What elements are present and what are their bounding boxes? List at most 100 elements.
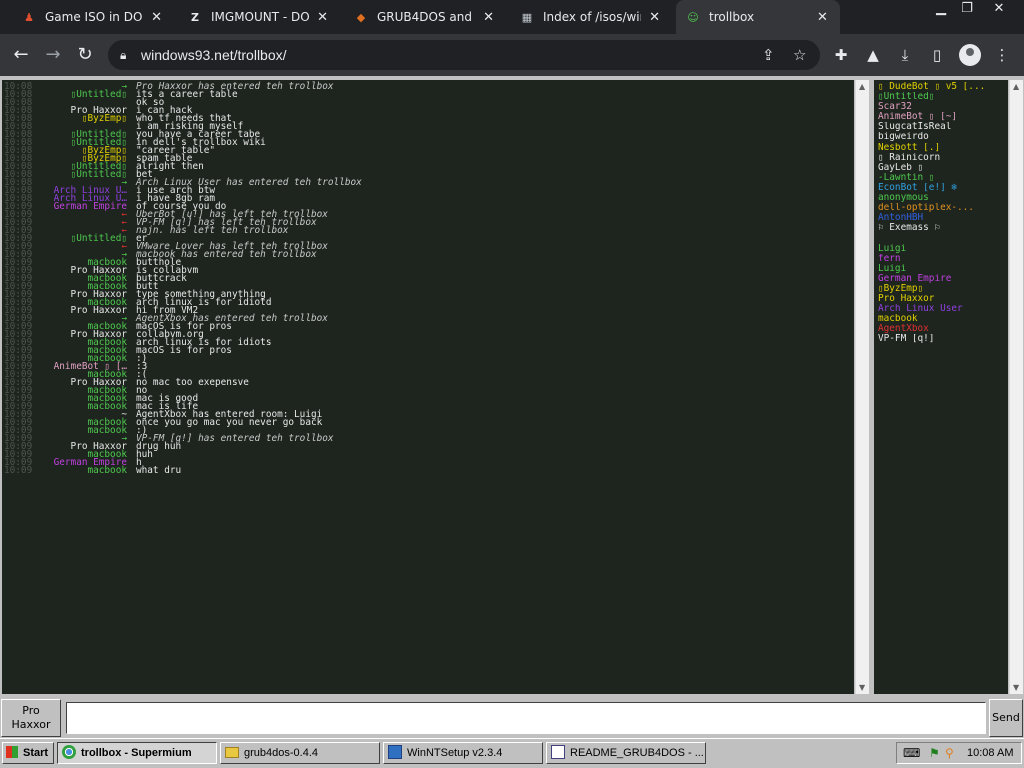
- reload-icon[interactable]: ↻: [72, 42, 98, 68]
- chat-message: 10:09 macbook arch linux is for idiots: [2, 338, 854, 347]
- user-list-item[interactable]: GayLeb ▯: [878, 163, 1008, 173]
- download-icon[interactable]: ⤓: [894, 42, 916, 68]
- taskbar-button-readme[interactable]: README_GRUB4DOS - ...: [546, 742, 706, 764]
- user-list-item[interactable]: Luigi: [878, 244, 1008, 254]
- taskbar-button-winntsetup[interactable]: WinNTSetup v2.3.4: [383, 742, 543, 764]
- close-icon[interactable]: ✕: [649, 10, 660, 25]
- side-panel-icon[interactable]: ▯: [926, 42, 948, 68]
- chat-message: 10:09 macbook mac is life: [2, 402, 854, 411]
- user-list-item[interactable]: SlugcatIsReal: [878, 122, 1008, 132]
- chat-message: 10:08 ▯ByzEmp▯ spam table: [2, 154, 854, 163]
- window-close-icon[interactable]: ✕: [984, 0, 1014, 20]
- user-list-item[interactable]: Luigi: [878, 264, 1008, 274]
- chat-scrollbar[interactable]: ▲ ▼: [855, 80, 869, 694]
- user-list-item[interactable]: [878, 233, 1008, 243]
- orange-diamond-icon: ◆: [356, 10, 366, 24]
- userlist-scrollbar[interactable]: ▲ ▼: [1009, 80, 1023, 694]
- tab-game-iso[interactable]: ♟ Game ISO in DOSBox ✕: [12, 0, 172, 34]
- lab-flask-icon[interactable]: ▲: [862, 42, 884, 68]
- user-list-item[interactable]: Pro Haxxor: [878, 294, 1008, 304]
- user-list-item[interactable]: ▯ Rainicorn: [878, 153, 1008, 163]
- chat-message: 10:09 ▯Untitled▯ er: [2, 234, 854, 243]
- message-text: macOS is for pros: [136, 345, 232, 356]
- chat-message: 10:08 ▯ByzEmp▯ who tf needs that: [2, 114, 854, 123]
- message-nick[interactable]: ▯Untitled▯: [71, 170, 127, 179]
- tab-title: IMGMOUNT - DOSBox: [211, 10, 310, 24]
- user-list-item[interactable]: ⚐ Exemass ⚐: [878, 223, 1008, 233]
- taskbar-button-grub4dos[interactable]: grub4dos-0.4.4: [220, 742, 380, 764]
- chat-message: 10:09 Pro Haxxor is collabvm: [2, 266, 854, 275]
- tab-title: GRUB4DOS and WinNT: [377, 10, 475, 24]
- user-list-item[interactable]: ▯ DudeBot ▯ v5 [...: [878, 82, 1008, 92]
- chat-message: 10:08 Pro Haxxor i can hack: [2, 106, 854, 115]
- start-button[interactable]: Start: [2, 742, 54, 764]
- message-nick[interactable]: German Empire: [54, 202, 127, 211]
- forward-arrow-icon[interactable]: →: [40, 42, 66, 68]
- search-magnifier-icon[interactable]: ⚲: [945, 743, 954, 763]
- message-input[interactable]: [66, 702, 986, 734]
- user-list-item[interactable]: EconBot [e!] ❄: [878, 183, 1008, 193]
- nickname-button[interactable]: Pro Haxxor: [1, 699, 61, 737]
- user-list-item[interactable]: AntonHBH: [878, 213, 1008, 223]
- chat-message: 10:09 Pro Haxxor drug huh: [2, 442, 854, 451]
- red-joystick-icon: ♟: [24, 10, 34, 24]
- extensions-puzzle-icon[interactable]: ✚: [830, 42, 852, 68]
- user-list-item[interactable]: ▯Untitled▯: [878, 92, 1008, 102]
- network-icon[interactable]: ⚑: [929, 743, 940, 763]
- url-text[interactable]: windows93.net/trollbox/: [141, 40, 287, 70]
- message-nick[interactable]: ▯ByzEmp▯: [82, 114, 127, 123]
- keyboard-icon[interactable]: ⌨: [903, 743, 920, 763]
- address-bar[interactable]: 🔒︎ windows93.net/trollbox/ ⇪ ☆: [108, 40, 820, 70]
- send-button[interactable]: Send: [989, 699, 1023, 737]
- menu-kebab-icon[interactable]: ⋮: [991, 42, 1013, 68]
- chat-message: 10:09 ← najn. has left teh trollbox: [2, 226, 854, 235]
- chrome-icon: [62, 745, 76, 760]
- chat-message: 10:09 macbook no: [2, 386, 854, 395]
- user-list-item[interactable]: AgentXbox: [878, 324, 1008, 334]
- taskbar-button-trollbox[interactable]: trollbox - Supermium: [57, 742, 217, 764]
- user-list-item[interactable]: anonymous: [878, 193, 1008, 203]
- chat-message: 10:09 macbook buttcrack: [2, 274, 854, 283]
- user-list-item[interactable]: macbook: [878, 314, 1008, 324]
- chat-message: 10:09 ← UberBot [u!] has left teh trollbox: [2, 210, 854, 219]
- user-list-item[interactable]: bigweirdo: [878, 132, 1008, 142]
- chat-message: 10:09 AnimeBot ▯ […:3: [2, 362, 854, 371]
- message-nick[interactable]: ▯Untitled▯: [71, 234, 127, 243]
- windows-logo-icon: [6, 746, 18, 759]
- user-list-item[interactable]: ▯ByzEmp▯: [878, 284, 1008, 294]
- user-list-item[interactable]: dell-optiplex-...: [878, 203, 1008, 213]
- back-arrow-icon[interactable]: ←: [8, 42, 34, 68]
- restore-icon[interactable]: ❐: [952, 0, 982, 20]
- user-list-item[interactable]: AnimeBot ▯ [~]: [878, 112, 1008, 122]
- scroll-up-icon[interactable]: ▲: [1013, 82, 1019, 91]
- tab-grub4dos[interactable]: ◆ GRUB4DOS and WinNT ✕: [344, 0, 504, 34]
- tab-imgmount[interactable]: Z IMGMOUNT - DOSBox ✕: [178, 0, 338, 34]
- message-nick[interactable]: macbook: [87, 466, 127, 475]
- profile-avatar-icon[interactable]: [959, 44, 981, 66]
- user-list-item[interactable]: Nesbott [.]: [878, 143, 1008, 153]
- lock-icon[interactable]: 🔒︎: [120, 40, 126, 70]
- scroll-up-icon[interactable]: ▲: [859, 82, 865, 91]
- chat-message: 10:09 → AgentXbox has entered teh trollbox: [2, 314, 854, 323]
- archive-icon: ▦: [521, 10, 533, 24]
- close-icon[interactable]: ✕: [817, 10, 828, 25]
- scroll-down-icon[interactable]: ▼: [1013, 683, 1019, 692]
- user-list-item[interactable]: Scar32: [878, 102, 1008, 112]
- scroll-down-icon[interactable]: ▼: [859, 683, 865, 692]
- user-list-item[interactable]: -Lawntin ▯: [878, 173, 1008, 183]
- user-list-item[interactable]: German Empire: [878, 274, 1008, 284]
- close-icon[interactable]: ✕: [317, 10, 328, 25]
- share-icon[interactable]: ⇪: [762, 40, 775, 70]
- taskbar-button-label: grub4dos-0.4.4: [244, 747, 318, 759]
- user-list-item[interactable]: Arch Linux User: [878, 304, 1008, 314]
- bookmark-star-icon[interactable]: ☆: [793, 40, 806, 70]
- message-nick[interactable]: ▯Untitled▯: [71, 90, 127, 99]
- clock[interactable]: 10:08 AM: [967, 743, 1013, 763]
- tab-index-isos[interactable]: ▦ Index of /isos/windows ✕: [510, 0, 670, 34]
- close-icon[interactable]: ✕: [151, 10, 162, 25]
- tab-trollbox[interactable]: ☺ trollbox ✕: [676, 0, 840, 34]
- close-icon[interactable]: ✕: [483, 10, 494, 25]
- user-list-item[interactable]: fern: [878, 254, 1008, 264]
- message-nick[interactable]: Pro Haxxor: [71, 306, 127, 315]
- user-list-item[interactable]: VP-FM [q!]: [878, 334, 1008, 344]
